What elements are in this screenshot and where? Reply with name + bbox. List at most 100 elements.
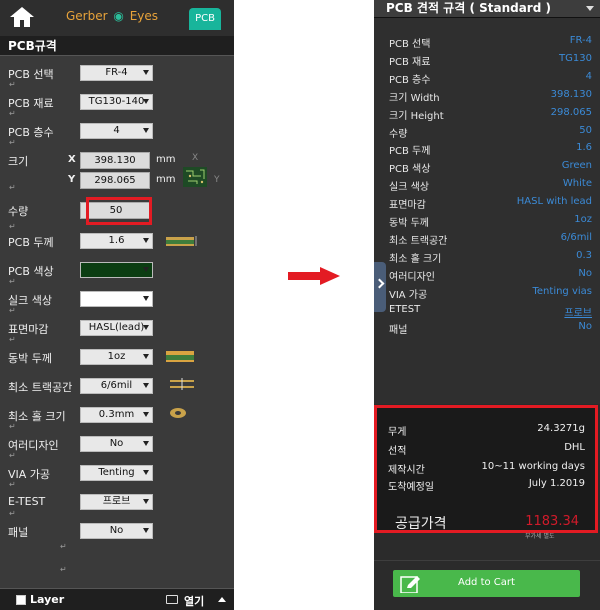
add-to-cart-button[interactable]: Add to Cart (393, 570, 580, 597)
quantity-label: 수량 (8, 205, 29, 218)
chevron-right-icon (374, 278, 385, 289)
thickness-label: PCB 두께 (8, 236, 54, 249)
spec-label: PCB 선택 (389, 39, 431, 50)
spec-label: 수량 (389, 129, 408, 140)
spec-label: PCB 층수 (389, 75, 431, 86)
solder-color-select[interactable] (80, 262, 153, 278)
min-hole-select[interactable]: 0.3mm (80, 407, 153, 423)
brand-text-gerber: Gerber (66, 9, 108, 23)
spec-value: FR-4 (569, 35, 592, 46)
track-spacing-icon (170, 378, 194, 390)
min-hole-value: 0.3mm (98, 409, 135, 420)
spec-value: 0.3 (576, 250, 592, 261)
chevron-down-icon (143, 267, 149, 272)
material-select[interactable]: TG130-140 (80, 94, 153, 110)
size-y-input[interactable]: 298.065 (80, 172, 150, 189)
arrival-value: July 1.2019 (528, 478, 585, 489)
chevron-down-icon (143, 383, 149, 388)
spec-label: 실크 색상 (389, 182, 429, 193)
quote-header[interactable]: PCB 견적 규격 ( Standard ) (374, 0, 600, 18)
screenshot-canvas: Gerber ◉ Eyes PCB PCB규격 PCB 선택 ↵ FR-4 PC… (0, 0, 600, 610)
pcb-spec-form-panel: Gerber ◉ Eyes PCB PCB규격 PCB 선택 ↵ FR-4 PC… (0, 0, 234, 610)
open-button[interactable]: 열기 (184, 593, 204, 609)
via-select[interactable]: Tenting (80, 465, 153, 481)
spec-value: 4 (585, 71, 592, 82)
spec-label: 표면마감 (389, 200, 426, 211)
chevron-up-icon[interactable] (218, 597, 226, 602)
spec-label: PCB 색상 (389, 164, 431, 175)
chevron-down-icon (143, 70, 149, 75)
thickness-select[interactable]: 1.6 (80, 233, 153, 249)
spec-value: No (578, 268, 592, 279)
return-mark-icon: ↵ (9, 277, 16, 286)
spec-label: PCB 재료 (389, 57, 431, 68)
return-mark-icon: ↵ (9, 138, 16, 147)
red-arrow-icon (288, 267, 340, 285)
spec-label: 최소 트랙공간 (389, 236, 448, 247)
brand-logo: Gerber ◉ Eyes (66, 9, 158, 23)
return-mark-icon: ↵ (9, 480, 16, 489)
home-icon[interactable] (9, 6, 35, 28)
chevron-down-icon (143, 238, 149, 243)
spec-value: HASL with lead (516, 196, 592, 207)
copper-thickness-icon (166, 351, 194, 362)
order-summary-box: 무게 24.3271g 선적 DHL 제작시간 10~11 working da… (374, 405, 598, 533)
top-bar: Gerber ◉ Eyes PCB (0, 0, 234, 36)
return-mark-icon: ↵ (9, 222, 16, 231)
layers-select[interactable]: 4 (80, 123, 153, 139)
weight-label: 무게 (388, 427, 407, 438)
etest-select[interactable]: 프로브 (80, 494, 153, 510)
chevron-down-icon (143, 354, 149, 359)
spec-value[interactable]: 프로브 (564, 304, 592, 319)
edit-icon (400, 576, 420, 593)
copper-label: 동박 두께 (8, 352, 52, 365)
chevron-down-icon (143, 128, 149, 133)
spec-label: VIA 가공 (389, 290, 428, 301)
return-mark-icon: ↵ (9, 422, 16, 431)
min-track-select[interactable]: 6/6mil (80, 378, 153, 394)
size-x-input[interactable]: 398.130 (80, 152, 150, 169)
spec-label: 동박 두께 (389, 218, 429, 229)
collapse-panel-tab[interactable] (374, 262, 386, 312)
chevron-down-icon (143, 296, 149, 301)
panel-value: No (109, 525, 124, 536)
spec-list: PCB 선택 FR-4 PCB 재료 TG130 PCB 층수 4 크기 Width 398.… (374, 18, 600, 404)
spec-value: TG130 (559, 53, 592, 64)
size-x-label: X (68, 154, 76, 165)
size-label: 크기 (8, 155, 29, 168)
silk-color-select[interactable] (80, 291, 153, 307)
size-y-dim-label: Y (214, 175, 220, 185)
pcb-preview-thumbnail (183, 167, 207, 187)
arrival-label: 도착예정일 (388, 482, 434, 493)
multi-design-value: No (109, 438, 124, 449)
tab-pcb[interactable]: PCB (189, 8, 221, 30)
shipping-label: 선적 (388, 446, 407, 457)
finish-select[interactable]: HASL(lead) (80, 320, 153, 336)
panel-select[interactable]: No (80, 523, 153, 539)
thickness-value: 1.6 (108, 235, 125, 246)
copper-select[interactable]: 1oz (80, 349, 153, 365)
bottom-toolbar: Layer 열기 (0, 588, 234, 610)
folder-icon[interactable] (166, 595, 178, 604)
layers-value: 4 (113, 125, 120, 136)
spec-label: 크기 Width (389, 93, 440, 104)
multi-design-select[interactable]: No (80, 436, 153, 452)
shipping-value: DHL (564, 442, 585, 453)
chevron-down-icon (143, 441, 149, 446)
etest-value: 프로브 (102, 496, 131, 507)
panel-label: 패널 (8, 526, 29, 539)
chevron-down-icon (143, 528, 149, 533)
lead-time-label: 제작시간 (388, 465, 425, 476)
spec-value: Tenting vias (532, 286, 593, 297)
layer-checkbox[interactable] (16, 595, 26, 605)
quantity-highlight-box (86, 197, 152, 225)
weight-value: 24.3271g (537, 423, 585, 434)
return-mark-icon: ↵ (9, 306, 16, 315)
spec-label: 여러디자인 (389, 272, 435, 283)
board-type-select[interactable]: FR-4 (80, 65, 153, 81)
add-to-cart-label: Add to Cart (458, 577, 515, 588)
return-mark-icon: ↵ (9, 183, 16, 192)
price-label: 공급가격 (395, 516, 447, 532)
chevron-down-icon (586, 6, 594, 11)
board-type-value: FR-4 (105, 67, 128, 78)
